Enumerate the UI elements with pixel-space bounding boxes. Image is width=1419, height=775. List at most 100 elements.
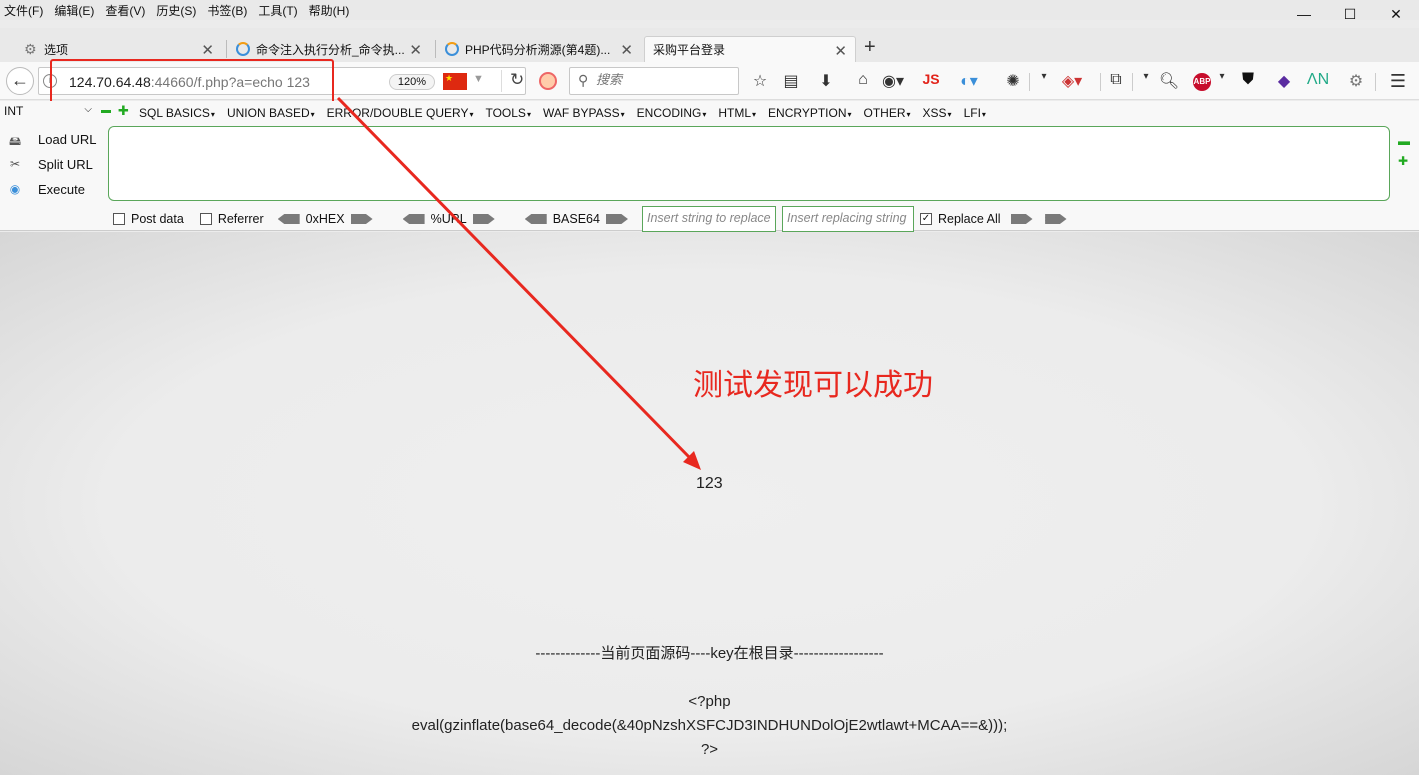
split-url-label: Split URL (38, 157, 93, 172)
url-encode-arrow-icon[interactable] (472, 214, 495, 224)
extension-icon[interactable]: ◐▾ (957, 71, 981, 91)
close-window-button[interactable]: ✕ (1373, 0, 1419, 28)
page-info-icon[interactable]: ⧉ (1104, 71, 1128, 89)
zoom-icon[interactable]: 🔍︎ (1157, 71, 1181, 91)
base64-encode-arrow-icon[interactable] (605, 214, 628, 224)
js-toggle-icon[interactable]: JS (919, 71, 943, 87)
dropdown-icon[interactable]: ▾ (1210, 71, 1234, 82)
dropdown-icon[interactable]: ▾ (1134, 71, 1158, 82)
download-icon[interactable]: ⬇ (814, 71, 838, 91)
menu-tools[interactable]: TOOLS (485, 106, 530, 120)
load-url-button[interactable]: 🖴︎ Load URL (6, 127, 102, 152)
hex-label: 0xHEX (305, 212, 345, 226)
url-decode-arrow-icon[interactable] (402, 214, 425, 224)
menu-history[interactable]: 历史(S) (156, 2, 196, 19)
menu-lfi[interactable]: LFI (964, 106, 986, 120)
menu-help[interactable]: 帮助(H) (309, 2, 350, 19)
tab-procurement-login[interactable]: 采购平台登录 ✕ (644, 36, 856, 62)
source-line: <?php (688, 693, 731, 710)
globe-icon[interactable]: ◉▾ (881, 71, 905, 91)
menu-tools[interactable]: 工具(T) (258, 2, 297, 19)
plus-icon[interactable]: ✚ (118, 104, 129, 117)
menu-waf-bypass[interactable]: WAF BYPASS (543, 106, 625, 120)
hackbar-resize: ▬ ✚ (1398, 131, 1410, 171)
hex-encode-arrow-icon[interactable] (350, 214, 373, 224)
reading-list-icon[interactable]: ▤ (779, 71, 803, 91)
post-data-label: Post data (131, 212, 184, 226)
palette-icon[interactable]: ✺ (1001, 71, 1025, 91)
tab-label: PHP代码分析溯源(第4题)... (465, 42, 611, 57)
china-flag-icon[interactable]: ★ (443, 73, 467, 90)
adblock-icon[interactable]: ABP (1193, 73, 1211, 91)
cloud-icon (445, 42, 459, 56)
replace-all-label: Replace All (937, 212, 1001, 226)
stack-icon[interactable]: ◆ (1272, 71, 1296, 91)
menu-error-double-query[interactable]: ERROR/DOUBLE QUERY (327, 106, 474, 120)
settings-icon[interactable]: ⚙ (1344, 71, 1368, 91)
reload-icon[interactable]: ↻ (501, 70, 524, 92)
block-icon[interactable] (539, 72, 557, 90)
close-tab-icon[interactable]: ✕ (834, 42, 847, 60)
minus-icon[interactable]: ▬ (101, 106, 111, 116)
play-icon: ◉ (9, 181, 21, 196)
source-title: -------------当前页面源码----key在根目录----------… (535, 645, 884, 662)
hackbar-options: Post data Referrer 0xHEX %URL BASE64 Ins… (113, 206, 1073, 232)
minus-icon[interactable]: ▬ (1398, 131, 1410, 151)
close-tab-icon[interactable]: ✕ (409, 41, 422, 59)
replace-arrow-icon[interactable] (1010, 214, 1033, 224)
bookmark-star-icon[interactable]: ☆ (748, 71, 772, 91)
hackbar-menus: SQL BASICS UNION BASED ERROR/DOUBLE QUER… (139, 106, 998, 120)
execute-label: Execute (38, 182, 85, 197)
hex-decode-arrow-icon[interactable] (277, 214, 300, 224)
load-url-label: Load URL (38, 132, 97, 147)
menu-html[interactable]: HTML (718, 106, 756, 120)
search-box[interactable]: ⚲ (569, 67, 739, 95)
insert-replacing-input[interactable]: Insert replacing string (781, 206, 914, 232)
menu-view[interactable]: 查看(V) (105, 2, 145, 19)
tab-bar: ⚙ 选项 ✕ 命令注入执行分析_命令执... ✕ PHP代码分析溯源(第4题).… (0, 28, 1419, 62)
menu-encoding[interactable]: ENCODING (637, 106, 707, 120)
hackbar-toggle-icon[interactable]: ◈▾ (1060, 71, 1084, 91)
replace-all-arrow-icon[interactable] (1044, 214, 1067, 224)
menu-edit[interactable]: 编辑(E) (54, 2, 94, 19)
maximize-button[interactable]: ☐ (1327, 0, 1373, 28)
hackbar-type-select[interactable]: INT ⌵ (4, 104, 94, 121)
wappalyzer-icon[interactable]: ɅN (1306, 71, 1330, 89)
command-output: 123 (696, 475, 723, 492)
menu-other[interactable]: OTHER (864, 106, 911, 120)
split-url-button[interactable]: ✂ Split URL (6, 152, 102, 177)
referrer-checkbox[interactable] (199, 213, 212, 225)
minimize-button[interactable]: — (1281, 0, 1327, 28)
zoom-level[interactable]: 120% (389, 74, 435, 90)
hackbar-url-textarea[interactable] (108, 126, 1390, 201)
menu-bar: 文件(F) 编辑(E) 查看(V) 历史(S) 书签(B) 工具(T) 帮助(H… (0, 0, 1419, 20)
plus-icon[interactable]: ✚ (1398, 151, 1410, 171)
home-icon[interactable]: ⌂ (851, 71, 875, 89)
menu-union-based[interactable]: UNION BASED (227, 106, 315, 120)
menu-sql-basics[interactable]: SQL BASICS (139, 106, 215, 120)
new-tab-button[interactable]: + (864, 36, 876, 59)
url-encode-label: %URL (430, 212, 467, 226)
insert-string-input[interactable]: Insert string to replace (641, 206, 776, 232)
search-input[interactable] (596, 72, 726, 87)
base64-label: BASE64 (552, 212, 600, 226)
tab-php-analysis[interactable]: PHP代码分析溯源(第4题)... ✕ (437, 36, 641, 62)
tab-label: 选项 (44, 42, 69, 57)
close-tab-icon[interactable]: ✕ (201, 41, 214, 59)
menu-bookmarks[interactable]: 书签(B) (207, 2, 247, 19)
replace-all-checkbox[interactable]: ✓ (919, 213, 932, 225)
base64-decode-arrow-icon[interactable] (524, 214, 547, 224)
back-button[interactable]: ← (6, 67, 34, 95)
execute-button[interactable]: ◉ Execute (6, 177, 102, 202)
search-icon: ⚲ (578, 72, 589, 88)
tab-label: 命令注入执行分析_命令执... (256, 42, 405, 57)
hamburger-menu-icon[interactable]: ☰ (1386, 71, 1410, 92)
menu-file[interactable]: 文件(F) (4, 2, 43, 19)
menu-xss[interactable]: XSS (923, 106, 952, 120)
shield-icon[interactable]: ⛊ (1236, 71, 1260, 89)
dropdown-icon[interactable]: ▾ (1032, 71, 1056, 82)
dropdown-icon[interactable]: ▼ (473, 73, 484, 85)
close-tab-icon[interactable]: ✕ (620, 41, 633, 59)
menu-encryption[interactable]: ENCRYPTION (768, 106, 851, 120)
post-data-checkbox[interactable] (113, 213, 125, 225)
